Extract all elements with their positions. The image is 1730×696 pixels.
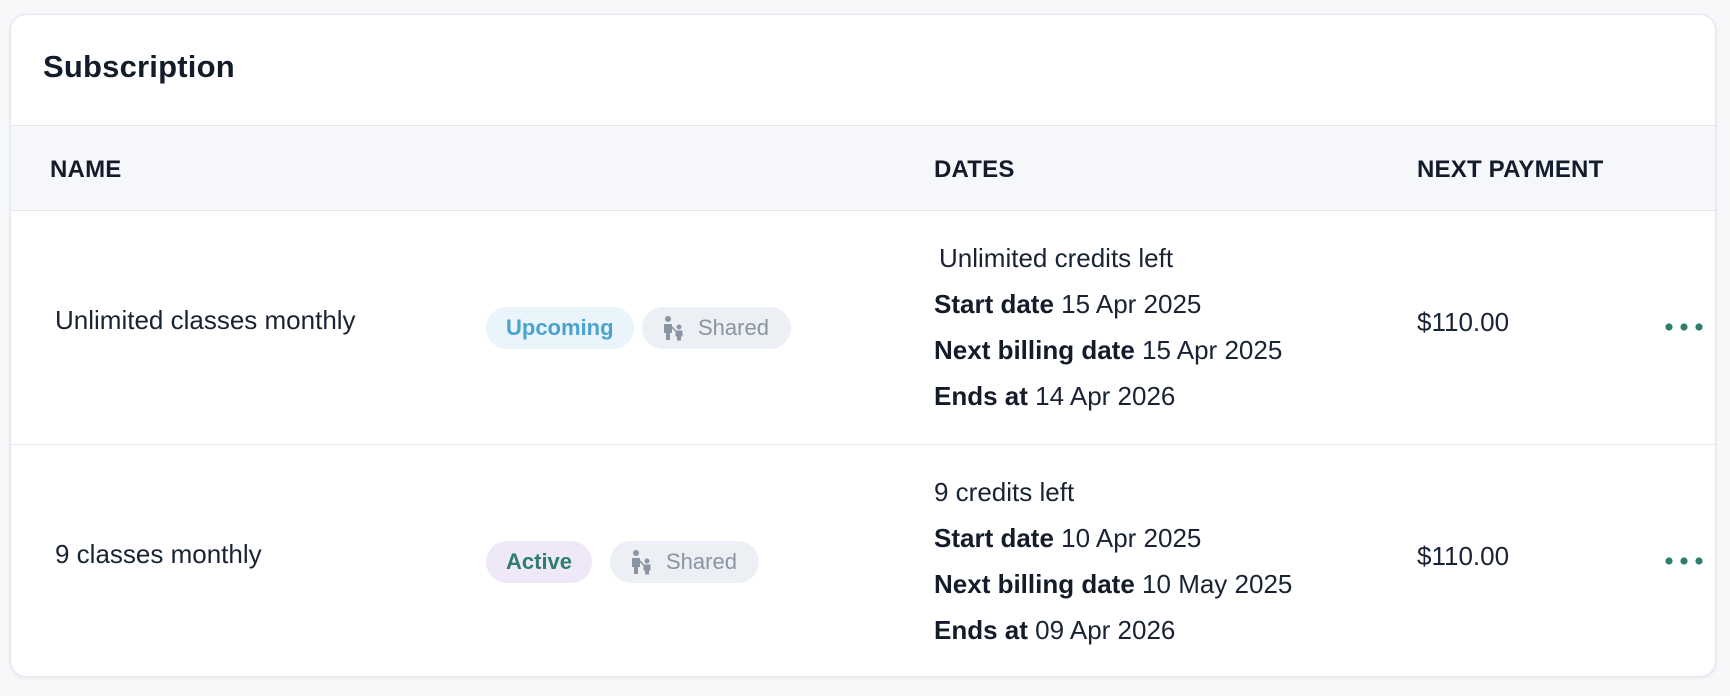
credits-left: 9 credits left [934,477,1075,507]
table-row: Unlimited classes monthly Upcoming Share… [11,211,1715,445]
start-date-value: 15 Apr 2025 [1061,289,1202,319]
credits-left: Unlimited credits left [939,243,1174,273]
start-date-label: Start date [934,523,1054,553]
table-header: NAME DATES NEXT PAYMENT [11,125,1715,211]
start-date-value: 10 Apr 2025 [1061,523,1202,553]
next-payment-amount: $110.00 [1417,541,1510,571]
more-horizontal-icon [1665,323,1703,331]
row-actions-button[interactable] [1661,541,1707,581]
dates-cell: Unlimited credits left Start date 15 Apr… [934,235,1282,419]
subscription-name: 9 classes monthly [55,539,262,569]
shared-label: Shared [666,549,737,574]
more-horizontal-icon [1665,557,1703,565]
family-icon [664,316,683,341]
card-title: Subscription [43,49,235,84]
shared-badge: Shared [610,541,759,583]
column-header-name: NAME [50,156,122,183]
next-billing-date: Next billing date 10 May 2025 [934,561,1292,607]
next-payment-amount: $110.00 [1417,307,1510,337]
ends-at-label: Ends at [934,381,1028,411]
start-date: Start date 10 Apr 2025 [934,515,1292,561]
next-billing-date-value: 10 May 2025 [1142,569,1293,599]
ends-at-value: 14 Apr 2026 [1035,381,1176,411]
row-actions-button[interactable] [1661,307,1707,347]
shared-badge: Shared [642,307,791,349]
next-billing-date-label: Next billing date [934,335,1135,365]
subscription-name: Unlimited classes monthly [55,305,356,335]
next-billing-date: Next billing date 15 Apr 2025 [934,327,1282,373]
table-row: 9 classes monthly Active Shared 9 credit… [11,445,1715,676]
subscription-card: Subscription NAME DATES NEXT PAYMENT Unl… [10,14,1716,677]
column-header-dates: DATES [934,156,1015,183]
status-badge-upcoming: Upcoming [486,307,634,349]
dates-cell: 9 credits left Start date 10 Apr 2025 Ne… [934,469,1292,653]
next-billing-date-label: Next billing date [934,569,1135,599]
ends-at-value: 09 Apr 2026 [1035,615,1176,645]
status-badge-active: Active [486,541,593,583]
ends-at: Ends at 14 Apr 2026 [934,373,1282,419]
start-date: Start date 15 Apr 2025 [934,281,1282,327]
shared-label: Shared [698,315,769,340]
family-icon [632,550,651,575]
column-header-next-payment: NEXT PAYMENT [1417,156,1604,183]
ends-at: Ends at 09 Apr 2026 [934,607,1292,653]
ends-at-label: Ends at [934,615,1028,645]
next-billing-date-value: 15 Apr 2025 [1142,335,1283,365]
start-date-label: Start date [934,289,1054,319]
